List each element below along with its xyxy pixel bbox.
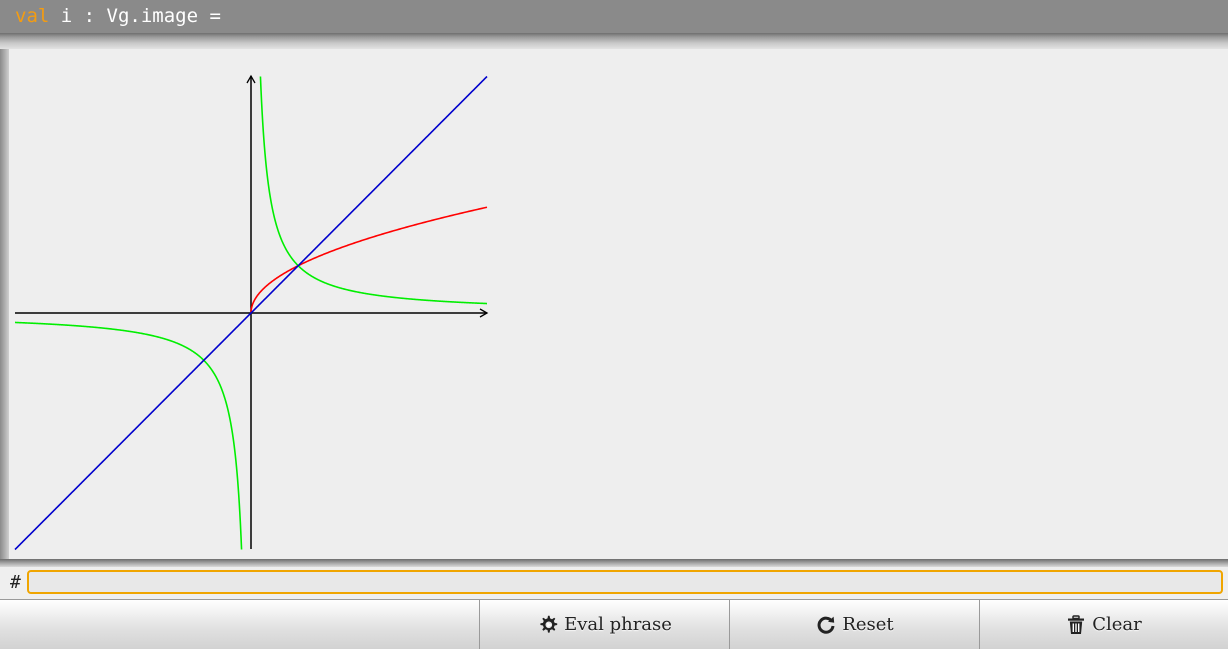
- cog-icon: [540, 615, 558, 633]
- button-bar: Eval phrase Reset Clear: [0, 599, 1228, 649]
- clear-label: Clear: [1092, 614, 1142, 635]
- output-line: val i : Vg.image =: [0, 0, 1228, 33]
- output-separator: [0, 33, 1228, 49]
- toplevel-window: val i : Vg.image = # Eval phrase Reset C…: [0, 0, 1228, 649]
- reset-button[interactable]: Reset: [729, 600, 980, 649]
- prompt-row: #: [0, 567, 1228, 599]
- refresh-icon: [817, 616, 835, 634]
- vg-image-plot: [14, 74, 489, 551]
- clear-button[interactable]: Clear: [979, 600, 1228, 649]
- input-separator: [0, 559, 1228, 567]
- series-sqrt-0: [250, 206, 488, 313]
- val-keyword: val: [15, 5, 50, 27]
- prompt-symbol: #: [10, 572, 21, 593]
- output-signature: i : Vg.image =: [49, 5, 221, 27]
- trash-icon: [1068, 614, 1085, 634]
- reset-label: Reset: [842, 614, 894, 635]
- left-margin-bar: [0, 49, 9, 559]
- image-output-area: [9, 49, 1228, 559]
- eval-phrase-label: Eval phrase: [564, 614, 672, 635]
- eval-phrase-button[interactable]: Eval phrase: [479, 600, 730, 649]
- phrase-input[interactable]: [27, 570, 1223, 594]
